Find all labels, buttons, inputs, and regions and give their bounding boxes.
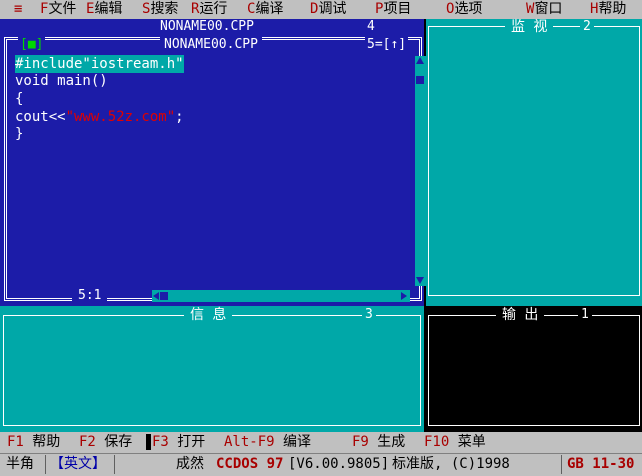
vertical-scroll-thumb[interactable]	[416, 76, 424, 84]
scroll-down-arrow-icon[interactable]	[416, 277, 424, 284]
menu-debug[interactable]: D调试	[310, 0, 346, 19]
horizontal-scrollbar[interactable]	[152, 290, 410, 302]
product-name: CCDOS 97	[216, 456, 284, 472]
vertical-scrollbar[interactable]	[415, 56, 426, 286]
scroll-right-arrow-icon[interactable]	[401, 292, 407, 300]
code-line-2[interactable]: void main()	[15, 72, 108, 90]
scroll-left-arrow-icon[interactable]	[153, 292, 159, 300]
back-window-number: 4	[367, 19, 375, 34]
watch-window-frame	[428, 26, 640, 296]
fkey-menu[interactable]: F10 菜单	[424, 432, 486, 453]
code-line-1[interactable]: #include"iostream.h"	[15, 55, 184, 73]
status-message: 成然	[176, 456, 204, 472]
input-mode-indicator[interactable]: 【英文】	[50, 454, 106, 475]
fkey-open[interactable]: F3 打开	[152, 432, 205, 453]
message-window-title[interactable]: 信 息	[184, 307, 233, 323]
fkey-save[interactable]: F2 保存	[79, 432, 132, 453]
status-divider	[45, 455, 46, 474]
code-line-4[interactable]: cout<<"www.52z.com";	[15, 108, 184, 126]
menu-file[interactable]: F文件	[40, 0, 76, 19]
watch-window-title[interactable]: 监 视	[505, 19, 554, 35]
output-window-number: 1	[578, 307, 592, 323]
encoding-indicator: GB 11-30	[567, 456, 635, 472]
output-window-title[interactable]: 输 出	[496, 307, 545, 323]
menu-search[interactable]: S搜索	[142, 0, 178, 19]
menu-help[interactable]: H帮助	[590, 0, 626, 19]
status-divider	[561, 455, 562, 474]
scroll-up-arrow-icon[interactable]	[416, 57, 424, 64]
close-box-button[interactable]: [■]	[18, 37, 46, 53]
watch-window-number: 2	[580, 19, 594, 35]
horizontal-scroll-thumb[interactable]	[160, 292, 168, 300]
editor-window-number-zoom[interactable]: 5=[↑]	[365, 37, 409, 53]
menu-run[interactable]: R运行	[191, 0, 227, 19]
message-window-frame	[3, 315, 421, 426]
code-line-5[interactable]: }	[15, 125, 23, 143]
menu-project[interactable]: P项目	[375, 0, 411, 19]
output-window-frame	[428, 315, 640, 426]
back-window-title[interactable]: NONAME00.CPP	[160, 19, 254, 34]
system-menu[interactable]: ≡	[14, 0, 22, 19]
cursor-position: 5:1	[72, 288, 108, 304]
message-window-number: 3	[362, 307, 376, 323]
menu-window[interactable]: W窗口	[526, 0, 562, 19]
width-mode-indicator[interactable]: 半角	[6, 454, 34, 475]
editor-title[interactable]: NONAME00.CPP	[160, 37, 262, 53]
product-edition: 标准版, (C)1998	[392, 456, 510, 472]
fkey-help[interactable]: F1 帮助	[7, 432, 60, 453]
fkey-make[interactable]: F9 生成	[352, 432, 405, 453]
product-version: [V6.00.9805]	[288, 456, 390, 472]
text-cursor	[146, 434, 151, 450]
menu-options[interactable]: O选项	[446, 0, 482, 19]
fkey-compile[interactable]: Alt-F9 编译	[224, 432, 311, 453]
menu-edit[interactable]: E编辑	[86, 0, 122, 19]
status-divider	[114, 455, 115, 474]
code-line-3[interactable]: {	[15, 90, 23, 108]
menu-compile[interactable]: C编译	[247, 0, 283, 19]
